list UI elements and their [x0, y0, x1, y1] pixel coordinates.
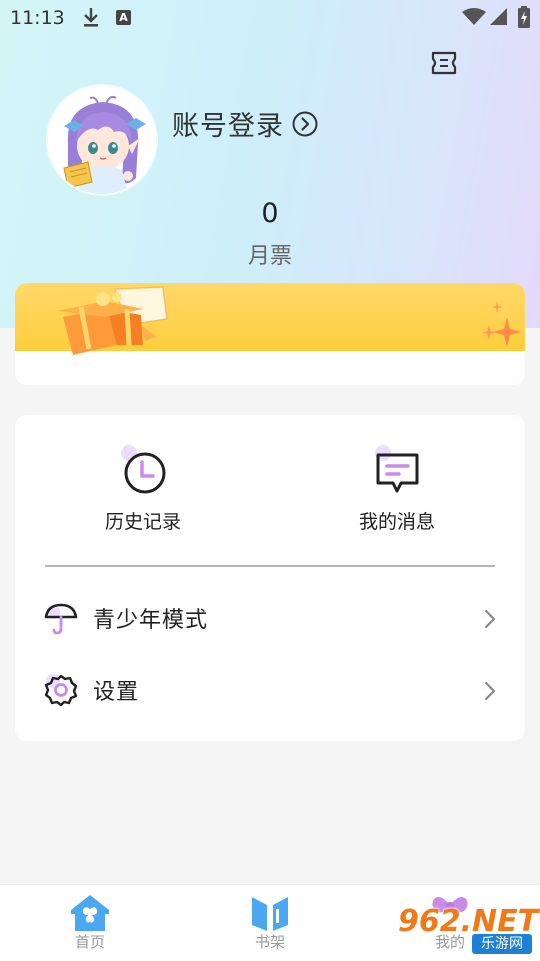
tab-home-label: 首页	[74, 933, 105, 951]
status-bar: 11:13 A	[0, 0, 540, 36]
site-watermark: 962.NET 乐游网	[398, 904, 538, 956]
tab-home[interactable]: 首页	[30, 891, 150, 952]
promo-banner[interactable]	[15, 283, 525, 385]
settings-row[interactable]: 设置	[15, 660, 525, 720]
settings-label: 设置	[93, 680, 140, 705]
battery-icon	[518, 6, 530, 28]
menu-card: 历史记录 我的消息 青少年模式 设置	[15, 415, 525, 741]
home-icon	[71, 895, 109, 931]
messages-label: 我的消息	[358, 511, 435, 533]
umbrella-icon	[44, 603, 78, 635]
monthly-ticket-label: 月票	[247, 244, 292, 269]
sparkle-icon	[482, 301, 521, 347]
login-label: 账号登录	[172, 111, 284, 142]
youth-mode-row[interactable]: 青少年模式	[15, 588, 525, 648]
message-icon	[375, 445, 419, 493]
coupon-icon[interactable]	[430, 50, 458, 76]
status-time: 11:13	[10, 7, 65, 29]
bookshelf-icon	[252, 897, 288, 931]
monthly-ticket-count: 0	[261, 198, 279, 229]
youth-mode-label: 青少年模式	[93, 608, 209, 633]
cell-signal-icon	[490, 8, 507, 25]
clock-icon	[121, 445, 166, 494]
watermark-sub-text: 乐游网	[472, 934, 532, 954]
divider	[45, 565, 495, 567]
gift-box-icon	[57, 286, 168, 355]
history-label: 历史记录	[104, 511, 181, 533]
tab-bookshelf-label: 书架	[254, 933, 285, 951]
avatar[interactable]	[48, 86, 156, 194]
chevron-right-icon	[484, 681, 496, 701]
chevron-right-icon	[484, 609, 496, 629]
history-button[interactable]: 历史记录	[63, 445, 223, 534]
wifi-icon	[462, 8, 486, 25]
notification-a-icon: A	[116, 10, 131, 25]
download-icon	[84, 8, 98, 27]
gear-icon	[44, 674, 78, 707]
tab-bookshelf[interactable]: 书架	[210, 891, 330, 952]
circle-chevron-right-icon	[292, 111, 318, 136]
messages-button[interactable]: 我的消息	[317, 445, 477, 534]
login-link[interactable]: 账号登录	[172, 104, 318, 143]
avatar-illustration	[48, 86, 156, 194]
